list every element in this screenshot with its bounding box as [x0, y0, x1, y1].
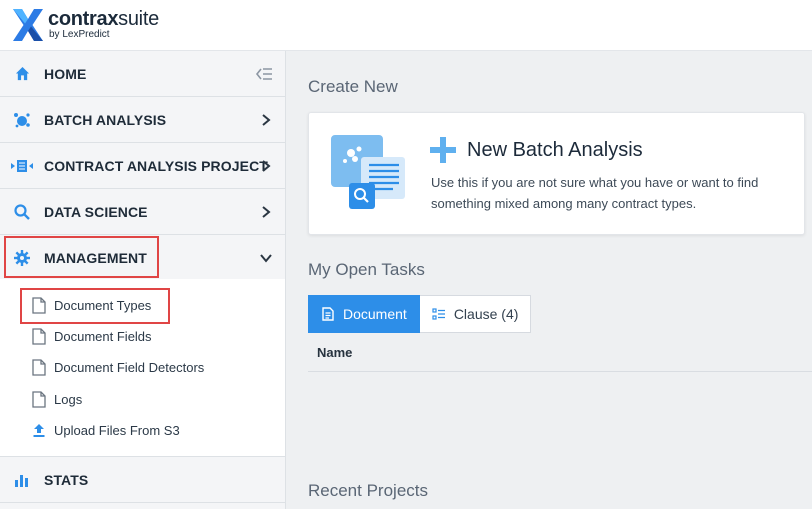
top-bar: contraxsuite by LexPredict	[0, 0, 812, 51]
task-tabs: Document Clause (4)	[308, 295, 532, 333]
sidebar-item-label: STATS	[44, 471, 89, 488]
sidebar-item-stats[interactable]: STATS	[0, 457, 285, 503]
chevron-right-icon	[259, 159, 273, 173]
brand-byline: by LexPredict	[49, 29, 110, 40]
chevron-down-icon	[259, 251, 273, 265]
upload-icon	[33, 423, 45, 437]
bar-chart-icon	[13, 471, 31, 489]
submenu-item-logs[interactable]: Logs	[32, 389, 82, 409]
collapse-sidebar-icon[interactable]	[255, 67, 273, 81]
sidebar-item-data-science[interactable]: DATA SCIENCE	[0, 189, 285, 235]
submenu-item-label: Upload Files From S3	[54, 422, 180, 438]
project-icon	[10, 157, 34, 175]
sidebar: HOME BATCH ANALYSIS CONTRACT ANALYSIS PR…	[0, 51, 286, 509]
search-icon	[13, 203, 31, 221]
batch-analysis-illustration-icon	[331, 135, 405, 209]
submenu-item-label: Document Fields	[54, 328, 152, 344]
sidebar-item-contract-analysis-project[interactable]: CONTRACT ANALYSIS PROJECT	[0, 143, 285, 189]
document-icon	[32, 358, 46, 376]
card-description: Use this if you are not sure what you ha…	[431, 175, 759, 211]
contrax-logo-icon	[13, 9, 43, 41]
tab-clause[interactable]: Clause (4)	[419, 295, 532, 333]
plus-icon	[430, 137, 456, 163]
brand-logo[interactable]: contraxsuite by LexPredict	[13, 9, 159, 41]
main-content: Create New New Batch Analysis Use this i…	[286, 51, 812, 509]
my-open-tasks-heading: My Open Tasks	[308, 260, 425, 279]
sidebar-item-label: CONTRACT ANALYSIS PROJECT	[44, 157, 268, 174]
card-title: New Batch Analysis	[467, 139, 643, 161]
recent-projects-heading: Recent Projects	[308, 481, 428, 500]
submenu-item-upload-files-s3[interactable]: Upload Files From S3	[32, 420, 180, 440]
tab-label: Document	[343, 306, 407, 322]
sidebar-item-label: DATA SCIENCE	[44, 203, 148, 220]
batch-icon	[13, 111, 31, 129]
chevron-right-icon	[259, 205, 273, 219]
sidebar-item-label: BATCH ANALYSIS	[44, 111, 167, 128]
document-lines-icon	[322, 307, 334, 321]
tab-document[interactable]: Document	[308, 295, 420, 333]
sidebar-item-home[interactable]: HOME	[0, 51, 285, 97]
tasks-table-header: Name	[308, 333, 812, 372]
submenu-item-document-field-detectors[interactable]: Document Field Detectors	[32, 357, 204, 377]
chevron-right-icon	[259, 113, 273, 127]
brand-name: contraxsuite	[48, 8, 159, 30]
document-icon	[32, 390, 46, 408]
create-new-heading: Create New	[308, 77, 398, 96]
submenu-item-label: Logs	[54, 391, 83, 407]
home-icon	[13, 65, 31, 83]
highlight-box-document-types	[20, 288, 170, 324]
highlight-box-management	[4, 236, 159, 278]
submenu-item-label: Document Field Detectors	[54, 359, 205, 375]
sidebar-item-label: HOME	[44, 65, 87, 82]
list-icon	[432, 308, 445, 320]
document-icon	[32, 327, 46, 345]
tab-label: Clause (4)	[453, 306, 519, 322]
submenu-item-document-fields[interactable]: Document Fields	[32, 326, 152, 346]
new-batch-analysis-card[interactable]: New Batch Analysis Use this if you are n…	[308, 112, 805, 235]
column-header-name[interactable]: Name	[317, 345, 352, 360]
sidebar-item-batch-analysis[interactable]: BATCH ANALYSIS	[0, 97, 285, 143]
